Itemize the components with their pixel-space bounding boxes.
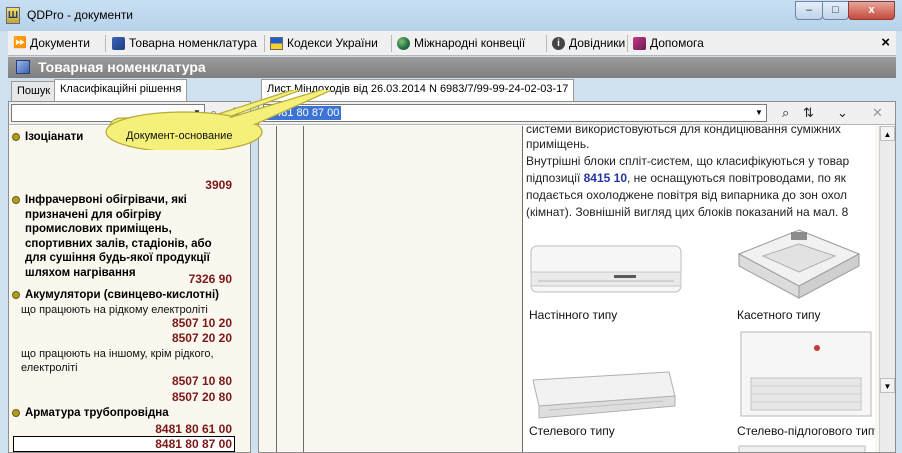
- vertical-scrollbar[interactable]: ▲ ▼: [879, 126, 895, 452]
- scroll-up-arrow-icon[interactable]: ▲: [880, 126, 895, 141]
- bullet-icon: [12, 133, 20, 141]
- column-line: [303, 126, 304, 452]
- image-caption: Стелевого типу: [529, 424, 615, 438]
- binoculars-icon[interactable]: ⌕: [782, 105, 789, 121]
- code-link[interactable]: 7326 90: [189, 272, 232, 286]
- title-bar: Ш QDPro - документи – □ x: [0, 0, 902, 31]
- sub-item-line: що працюють на іншому, крім рідкого,: [21, 348, 214, 360]
- book-icon: [16, 60, 30, 74]
- menu-separator: [546, 35, 547, 52]
- book-icon: [112, 36, 125, 50]
- group-title: Акумулятори (свинцево-кислотні): [25, 289, 219, 301]
- ceiling-unit-image: [532, 371, 676, 419]
- group-title-line: Інфрачервоні обігрівачи, які: [25, 194, 187, 206]
- fast-forward-icon: ⏩: [13, 36, 27, 49]
- sub-item-line: електроліті: [21, 361, 78, 374]
- bullet-icon: [12, 291, 20, 299]
- menu-separator: [264, 35, 265, 52]
- menu-codes-label: Кодекси України: [287, 36, 378, 50]
- code-link[interactable]: 3909: [205, 178, 232, 192]
- menu-intl-label: Міжнародні конвеції: [414, 36, 526, 50]
- sub-item-text: що працюють на іншому, крім рідкого, еле…: [21, 348, 214, 375]
- menu-separator: [391, 35, 392, 52]
- menu-goods-label: Товарна номенклатура: [129, 36, 257, 50]
- doc-text-fragment: підпозиції: [526, 171, 584, 185]
- callout-balloon: Документ-основание: [104, 90, 334, 160]
- maximize-button[interactable]: □: [822, 1, 849, 20]
- group-title-line: для сушіння будь-якої продукції: [25, 252, 210, 264]
- doc-text-fragment: , не оснащуються повітроводами, по як: [627, 171, 846, 185]
- scroll-down-arrow-icon[interactable]: ▼: [880, 378, 895, 393]
- close-window-button[interactable]: x: [848, 1, 895, 20]
- code-link[interactable]: 8507 10 20: [172, 316, 232, 330]
- document-text-column: системи використовуються для кондиціюван…: [523, 126, 875, 452]
- help-book-icon: [633, 36, 646, 50]
- doc-text-line: подається охолоджене повітря від випарни…: [526, 188, 848, 202]
- code-link[interactable]: 8415 10: [584, 171, 627, 185]
- menu-documents[interactable]: ⏩ Документи: [13, 36, 90, 50]
- chevron-down-icon[interactable]: ▼: [752, 105, 766, 121]
- list-item[interactable]: Акумулятори (свинцево-кислотні): [12, 288, 219, 303]
- bullet-icon: [12, 196, 20, 204]
- image-caption: Стелево-підлогового типу: [737, 424, 875, 438]
- doc-text-line: приміщень.: [526, 137, 590, 151]
- globe-icon: [397, 36, 410, 50]
- main-menu: ⏩ Документи Товарна номенклатура Кодекси…: [8, 31, 896, 56]
- section-header: Товарная номенклатура: [8, 57, 896, 78]
- menu-references-label: Довідники: [569, 36, 626, 50]
- tab-search[interactable]: Пошук: [11, 81, 57, 101]
- window-title: QDPro - документи: [27, 8, 134, 22]
- image-caption: Касетного типу: [737, 308, 821, 322]
- cassette-unit-image: [737, 229, 861, 299]
- menu-references[interactable]: i Довідники: [552, 36, 625, 50]
- menu-documents-label: Документи: [30, 36, 90, 50]
- unit-image-partial: [738, 445, 866, 452]
- menu-separator: [105, 35, 106, 52]
- double-chevron-down-icon[interactable]: ⌄: [837, 105, 848, 121]
- code-link[interactable]: 8507 20 80: [172, 390, 232, 404]
- code-link[interactable]: 8507 10 80: [172, 374, 232, 388]
- find-next-icon[interactable]: ⇅: [803, 105, 814, 121]
- image-caption: Настінного типу: [529, 308, 618, 322]
- menu-help[interactable]: Допомога: [633, 36, 704, 50]
- code-link-selected[interactable]: 8481 80 87 00: [155, 437, 232, 451]
- doc-text-line: Внутрішні блоки спліт-систем, що класифі…: [526, 154, 850, 168]
- section-title: Товарная номенклатура: [38, 59, 206, 75]
- app-icon: Ш: [6, 7, 20, 24]
- menu-separator: [627, 35, 628, 52]
- doc-text-line: (кімнат). Зовнішній вигляд цих блоків по…: [526, 205, 849, 219]
- minimize-button[interactable]: –: [795, 1, 823, 20]
- close-panel-icon[interactable]: ×: [881, 34, 890, 51]
- code-link[interactable]: 8481 80 61 00: [155, 422, 232, 436]
- wall-unit-image: [530, 245, 682, 293]
- group-title: Ізоціанати: [25, 131, 84, 143]
- menu-goods-nomenclature[interactable]: Товарна номенклатура: [112, 36, 257, 50]
- floor-ceiling-unit-image: [740, 331, 872, 417]
- group-title-line: шляхом нагрівання: [25, 266, 136, 279]
- group-title: Інфрачервоні обігрівачи, які призначені …: [25, 193, 212, 280]
- group-title-line: промислових приміщень,: [25, 223, 172, 235]
- code-link[interactable]: 8507 20 20: [172, 331, 232, 345]
- column-line: [276, 126, 277, 452]
- list-item[interactable]: Ізоціанати: [12, 130, 83, 145]
- list-item[interactable]: Арматура трубопровідна: [12, 406, 169, 421]
- right-pane: 8481 80 87 00 ▼ ⌕ ⇅ ⌄ ✕ системи використ…: [258, 101, 896, 453]
- menu-codes-ukraine[interactable]: Кодекси України: [270, 36, 378, 50]
- close-icon[interactable]: ✕: [872, 105, 883, 121]
- classification-list[interactable]: Ізоціанати 3909 Інфрачервоні обігрівачи,…: [9, 126, 250, 452]
- document-viewer[interactable]: системи використовуються для кондиціюван…: [259, 126, 879, 452]
- doc-text-line: підпозиції 8415 10, не оснащуються повіт…: [526, 170, 846, 187]
- menu-help-label: Допомога: [650, 36, 704, 50]
- bullet-icon: [12, 409, 20, 417]
- info-icon: i: [552, 36, 565, 50]
- group-title: Арматура трубопровідна: [25, 407, 169, 419]
- flag-icon: [270, 36, 283, 50]
- group-title-line: спортивних залів, стадіонів, або: [25, 237, 212, 250]
- group-title-line: призначені для обігріву: [25, 208, 162, 221]
- callout-text: Документ-основание: [126, 130, 233, 142]
- list-item[interactable]: Інфрачервоні обігрівачи, які призначені …: [12, 193, 212, 280]
- menu-international-conventions[interactable]: Міжнародні конвеції: [397, 36, 525, 50]
